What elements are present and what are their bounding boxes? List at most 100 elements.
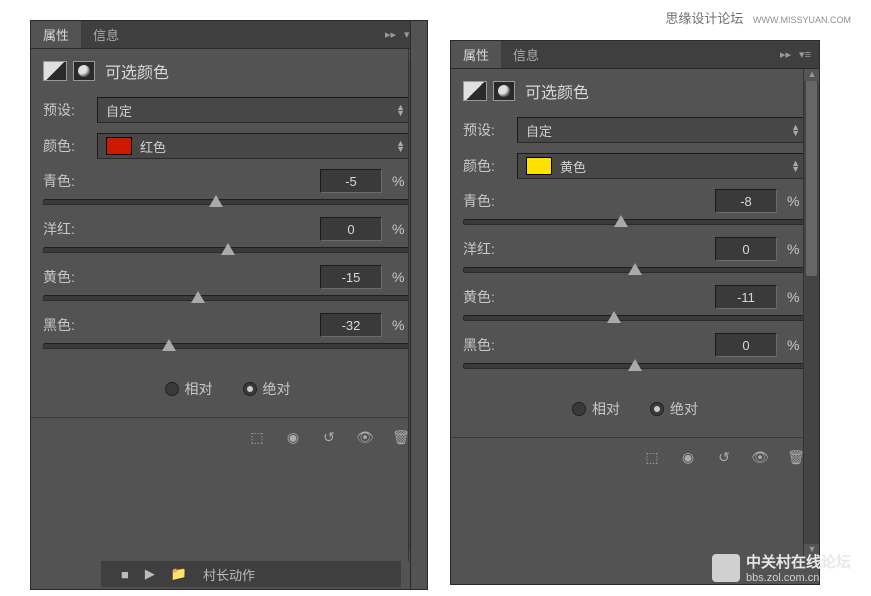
slider-track[interactable]: [43, 247, 412, 253]
slider-track[interactable]: [463, 219, 807, 225]
tab-row: 属性 信息 ▸▸ ▾≡: [31, 21, 424, 49]
color-label: 颜色:: [43, 136, 97, 156]
tab-properties[interactable]: 属性: [31, 21, 81, 48]
radio-absolute[interactable]: 绝对: [650, 399, 698, 419]
slider-black: 黑色:%: [463, 333, 807, 369]
reset-icon[interactable]: ↺: [318, 428, 340, 446]
method-radio-group: 相对 绝对: [43, 361, 412, 409]
panel-title-row: 可选颜色: [31, 49, 424, 97]
slider-track[interactable]: [463, 363, 807, 369]
watermark-bottom: 中关村在线论坛 bbs.zol.com.cn: [712, 551, 851, 584]
slider-cyan: 青色:%: [43, 169, 412, 205]
radio-icon: [165, 382, 179, 396]
color-swatch: [526, 157, 552, 175]
tab-info[interactable]: 信息: [501, 41, 551, 68]
slider-cyan: 青色:%: [463, 189, 807, 225]
slider-value-input[interactable]: [715, 285, 777, 309]
slider-label: 黑色:: [43, 315, 320, 335]
preset-select[interactable]: 自定 ▲▼: [517, 117, 807, 143]
play-icon[interactable]: ▶: [145, 566, 155, 582]
panel-title: 可选颜色: [525, 79, 589, 103]
panel-footer-icons: ⬚ ◉ ↺ 👁 🗑: [31, 417, 424, 454]
properties-panel-left: 属性 信息 ▸▸ ▾≡ 可选颜色 预设: 自定 ▲▼ 颜色: 红色 ▲▼ 青色:: [30, 20, 425, 590]
adjustment-icon: [43, 61, 67, 81]
panel-title: 可选颜色: [105, 59, 169, 83]
slider-value-input[interactable]: [715, 189, 777, 213]
color-select[interactable]: 红色 ▲▼: [97, 133, 412, 159]
slider-label: 黄色:: [43, 267, 320, 287]
slider-thumb[interactable]: [628, 263, 642, 275]
view-prev-icon[interactable]: ◉: [282, 428, 304, 446]
chevron-updown-icon: ▲▼: [396, 140, 405, 153]
slider-track[interactable]: [463, 315, 807, 321]
method-radio-group: 相对 绝对: [463, 381, 807, 429]
slider-label: 青色:: [463, 191, 715, 211]
slider-black: 黑色:%: [43, 313, 412, 349]
scroll-up-icon[interactable]: ▲: [804, 69, 820, 81]
color-label: 颜色:: [463, 156, 517, 176]
chevron-updown-icon: ▲▼: [396, 104, 405, 117]
reset-icon[interactable]: ↺: [713, 448, 735, 466]
slider-label: 洋红:: [463, 239, 715, 259]
color-swatch: [106, 137, 132, 155]
slider-value-input[interactable]: [320, 217, 382, 241]
slider-track[interactable]: [43, 199, 412, 205]
menu-icon[interactable]: ▾≡: [799, 48, 811, 61]
radio-relative[interactable]: 相对: [165, 379, 213, 399]
slider-thumb[interactable]: [221, 243, 235, 255]
radio-relative[interactable]: 相对: [572, 399, 620, 419]
collapse-icon[interactable]: ▸▸: [780, 48, 791, 61]
slider-value-input[interactable]: [320, 313, 382, 337]
slider-value-input[interactable]: [715, 237, 777, 261]
radio-icon: [650, 402, 664, 416]
clip-icon[interactable]: ⬚: [641, 448, 663, 466]
tab-row: 属性 信息 ▸▸ ▾≡: [451, 41, 819, 69]
slider-track[interactable]: [43, 343, 412, 349]
panel-menu[interactable]: ▸▸ ▾≡: [772, 41, 819, 68]
selective-color-icon: [73, 61, 95, 81]
action-label: 村长动作: [203, 565, 255, 584]
view-prev-icon[interactable]: ◉: [677, 448, 699, 466]
radio-absolute[interactable]: 绝对: [243, 379, 291, 399]
slider-magenta: 洋红:%: [43, 217, 412, 253]
visibility-icon[interactable]: 👁: [749, 448, 771, 466]
properties-panel-right: 属性 信息 ▸▸ ▾≡ 可选颜色 预设: 自定 ▲▼ 颜色: 黄色 ▲▼ 青色:: [450, 40, 820, 585]
selective-color-icon: [493, 81, 515, 101]
tab-properties[interactable]: 属性: [451, 41, 501, 68]
panel-footer-icons: ⬚ ◉ ↺ 👁 🗑: [451, 437, 819, 474]
chevron-updown-icon: ▲▼: [791, 160, 800, 173]
clip-icon[interactable]: ⬚: [246, 428, 268, 446]
preset-label: 预设:: [43, 100, 97, 120]
adjustment-icon: [463, 81, 487, 101]
scroll-thumb[interactable]: [806, 81, 817, 276]
slider-thumb[interactable]: [628, 359, 642, 371]
folder-icon[interactable]: 📁: [171, 566, 187, 582]
slider-yellow: 黄色:%: [463, 285, 807, 321]
zol-logo-icon: [712, 554, 740, 582]
tab-info[interactable]: 信息: [81, 21, 131, 48]
visibility-icon[interactable]: 👁: [354, 428, 376, 446]
slider-thumb[interactable]: [162, 339, 176, 351]
slider-label: 黄色:: [463, 287, 715, 307]
slider-yellow: 黄色:%: [43, 265, 412, 301]
slider-thumb[interactable]: [614, 215, 628, 227]
stop-icon[interactable]: ■: [121, 567, 129, 582]
watermark-top: 思缘设计论坛 WWW.MISSYUAN.COM: [665, 8, 851, 27]
slider-track[interactable]: [43, 295, 412, 301]
slider-magenta: 洋红:%: [463, 237, 807, 273]
color-select[interactable]: 黄色 ▲▼: [517, 153, 807, 179]
panel-scrollbar[interactable]: ▲ ▼: [803, 69, 819, 556]
slider-track[interactable]: [463, 267, 807, 273]
slider-value-input[interactable]: [715, 333, 777, 357]
slider-thumb[interactable]: [191, 291, 205, 303]
slider-value-input[interactable]: [320, 265, 382, 289]
collapse-icon[interactable]: ▸▸: [385, 28, 396, 41]
radio-icon: [572, 402, 586, 416]
preset-select[interactable]: 自定 ▲▼: [97, 97, 412, 123]
slider-thumb[interactable]: [209, 195, 223, 207]
slider-thumb[interactable]: [607, 311, 621, 323]
slider-value-input[interactable]: [320, 169, 382, 193]
preset-label: 预设:: [463, 120, 517, 140]
panel-title-row: 可选颜色: [451, 69, 819, 117]
chevron-updown-icon: ▲▼: [791, 124, 800, 137]
